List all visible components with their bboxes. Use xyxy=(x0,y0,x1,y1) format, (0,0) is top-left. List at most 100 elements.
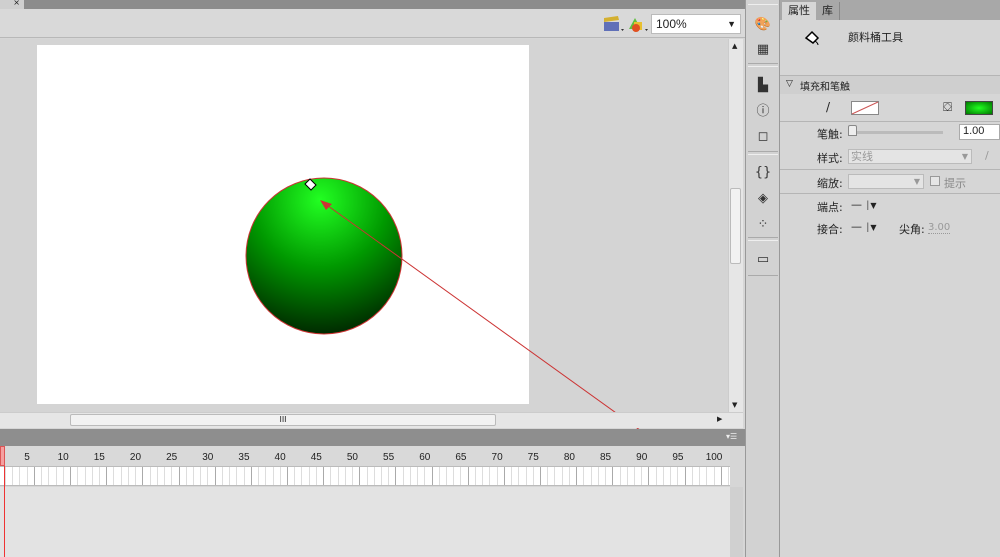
playhead[interactable] xyxy=(0,446,5,466)
motion-presets-icon[interactable]: ⁘ xyxy=(754,216,772,234)
frame-row[interactable] xyxy=(0,466,730,486)
frame-cell xyxy=(55,467,57,485)
stroke-slider-thumb[interactable] xyxy=(848,125,857,136)
frame-cell xyxy=(590,467,592,485)
timeline-scrollbar[interactable] xyxy=(730,487,743,557)
frame-cell xyxy=(380,467,382,485)
frame-cell xyxy=(171,467,173,485)
pencil-icon: / xyxy=(826,100,831,114)
cap-select[interactable]: — │▼ xyxy=(851,198,876,211)
frame-cell xyxy=(395,467,397,485)
frame-cell xyxy=(214,467,216,485)
ruler-tick-label: 35 xyxy=(238,452,250,463)
frame-cell xyxy=(706,467,708,485)
timeline-header xyxy=(0,429,745,446)
ruler-tick-label: 90 xyxy=(636,452,648,463)
project-icon[interactable]: ▭ xyxy=(754,251,772,269)
frame-cell xyxy=(438,467,440,485)
frame-cell xyxy=(417,467,419,485)
frame-cell xyxy=(373,467,375,485)
frame-cell xyxy=(409,467,411,485)
actions-icon[interactable]: {} xyxy=(754,164,772,182)
frame-cell xyxy=(655,467,657,485)
style-label: 样式: xyxy=(817,152,843,165)
frame-cell xyxy=(236,467,238,485)
hint-checkbox[interactable] xyxy=(930,176,940,186)
frame-cell xyxy=(699,467,701,485)
frame-cell xyxy=(540,467,542,485)
scroll-up-icon[interactable]: ▲ xyxy=(732,42,737,50)
frame-cell xyxy=(98,467,100,485)
join-select[interactable]: — │▼ xyxy=(851,220,876,233)
frame-cell xyxy=(619,467,621,485)
frame-cell xyxy=(250,467,252,485)
frame-cell xyxy=(91,467,93,485)
scale-select[interactable]: ▼ xyxy=(848,174,924,189)
frame-cell xyxy=(612,467,614,485)
transform-icon[interactable]: ◻ xyxy=(754,128,772,146)
scroll-grip: III xyxy=(279,415,287,424)
frame-cell xyxy=(286,467,288,485)
frame-cell xyxy=(77,467,79,485)
miter-value[interactable]: 3.00 xyxy=(928,222,951,234)
align-icon[interactable]: ▙ xyxy=(754,77,772,95)
frame-cell xyxy=(626,467,628,485)
stroke-slider[interactable] xyxy=(848,131,943,134)
paint-bucket-icon xyxy=(804,30,820,46)
scroll-right-icon[interactable]: ▶ xyxy=(717,415,722,423)
ruler-tick-label: 20 xyxy=(129,452,142,463)
vertical-scroll-thumb[interactable] xyxy=(730,188,741,264)
frame-cell xyxy=(164,467,166,485)
frame-cell xyxy=(221,467,223,485)
info-icon[interactable]: ⓘ xyxy=(754,103,772,121)
frame-cell xyxy=(634,467,635,485)
frame-cell xyxy=(315,467,317,485)
frame-cell xyxy=(272,467,274,485)
tool-name: 颜料桶工具 xyxy=(848,31,903,44)
section-title: 填充和笔触 xyxy=(800,82,850,93)
section-header[interactable]: ▽ 填充和笔触 xyxy=(780,76,1000,94)
frame-cell xyxy=(344,467,346,485)
stroke-width-input[interactable]: 1.00 xyxy=(959,124,1000,140)
join-value: — xyxy=(851,220,862,233)
frame-cell xyxy=(120,467,122,485)
frame-cell xyxy=(127,467,129,485)
frame-cell xyxy=(26,467,28,485)
frame-cell xyxy=(301,467,303,485)
frame-cell xyxy=(511,467,513,485)
frame-ruler[interactable]: 5 10 15 20 25 30 35 40 45 50 55 60 65 70 75 80 85 90 95 100 xyxy=(0,446,730,466)
scroll-down-icon[interactable]: ▼ xyxy=(732,401,737,409)
frame-cell xyxy=(532,467,534,485)
frame-cell xyxy=(243,467,245,485)
frame-cell xyxy=(453,467,455,485)
ruler-tick-label: 10 xyxy=(57,452,69,463)
tab-properties[interactable]: 属性 xyxy=(782,2,816,20)
tab-library[interactable]: 库 xyxy=(816,2,840,20)
panel-menu-icon[interactable]: ▾☰ xyxy=(726,432,737,441)
style-select[interactable]: 实线 ▼ xyxy=(848,149,972,164)
edit-style-icon[interactable]: / xyxy=(985,149,989,162)
components-icon[interactable]: ◈ xyxy=(754,190,772,208)
frame-cell xyxy=(648,467,650,485)
ruler-tick-label: 65 xyxy=(455,452,467,463)
frame-cell xyxy=(366,467,368,485)
frame-cell xyxy=(554,467,556,485)
frame-cell xyxy=(489,467,491,485)
frame-cell xyxy=(359,467,361,485)
panel-tabs: 属性 库 xyxy=(780,0,1000,20)
frame-cell xyxy=(149,467,151,485)
palette-icon[interactable]: 🎨 xyxy=(754,16,772,34)
frame-cell xyxy=(70,467,72,485)
horizontal-scroll-thumb[interactable]: III xyxy=(70,414,496,426)
collapse-icon: ▽ xyxy=(786,79,793,89)
frame-cell xyxy=(576,467,578,485)
stroke-label: 笔触: xyxy=(817,128,843,141)
swatches-icon[interactable]: ▦ xyxy=(754,41,772,59)
cap-label: 端点: xyxy=(817,201,843,214)
frame-cell xyxy=(207,467,209,485)
frame-cell xyxy=(503,467,505,485)
frame-cell xyxy=(446,467,448,485)
frame-cell xyxy=(431,467,433,485)
fill-color-swatch[interactable] xyxy=(965,101,993,115)
stroke-color-swatch[interactable] xyxy=(851,101,879,115)
